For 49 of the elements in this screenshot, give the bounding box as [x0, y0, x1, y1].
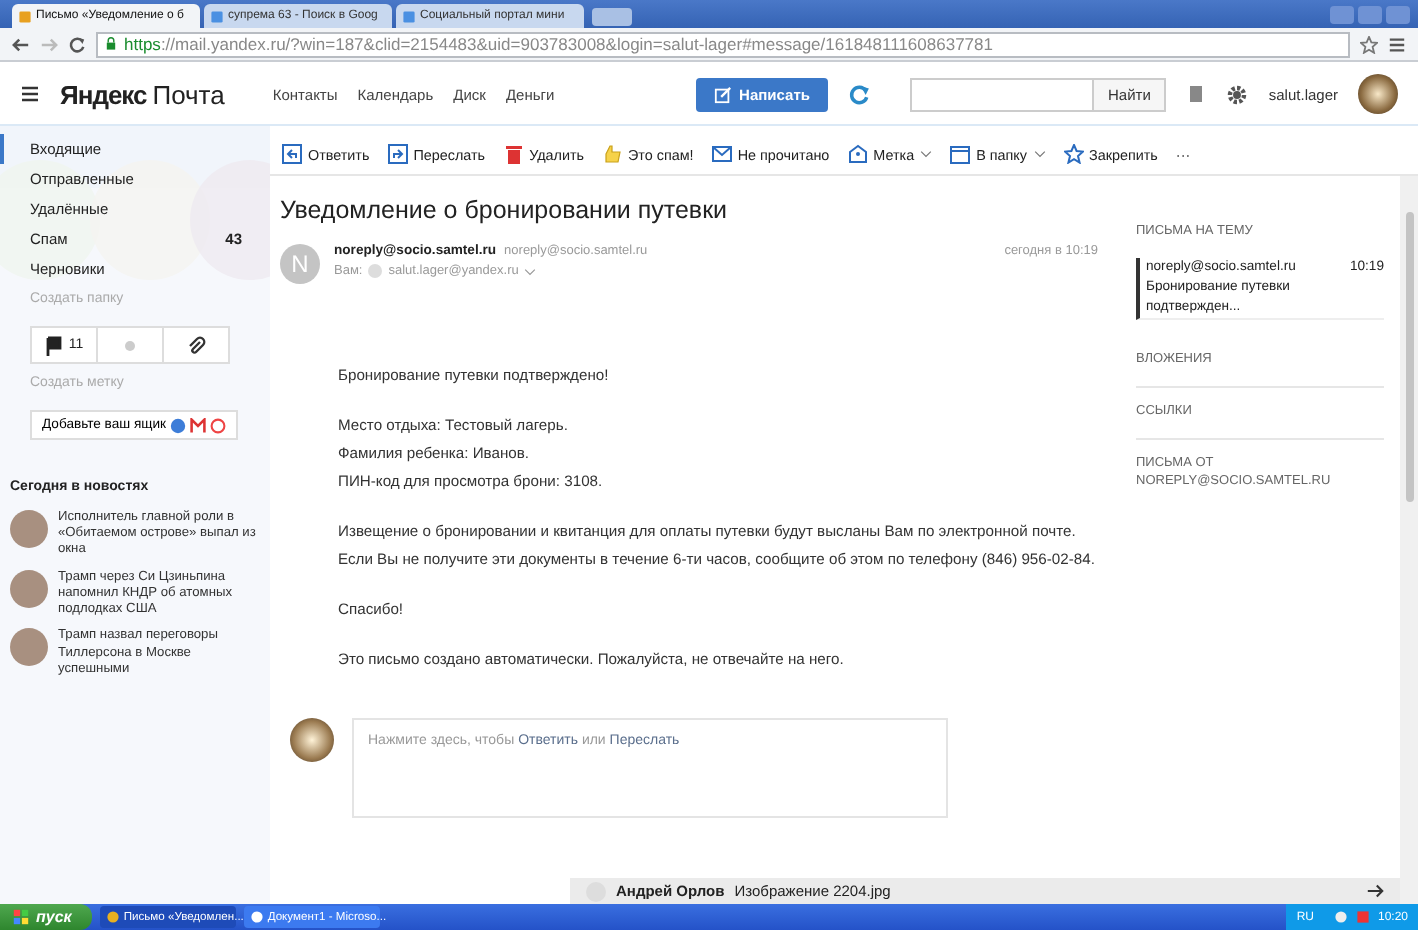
- refresh-icon: [847, 83, 870, 105]
- app-icon: [249, 910, 264, 924]
- sender-avatar: [586, 881, 606, 901]
- forward-icon: [387, 144, 408, 164]
- minimize-button[interactable]: [1330, 5, 1354, 23]
- tag-icon: [847, 144, 868, 164]
- search-field[interactable]: [909, 77, 1094, 111]
- trash-icon: [503, 144, 524, 164]
- reload-icon: [68, 35, 86, 53]
- maximize-button[interactable]: [1358, 5, 1382, 23]
- photo-placeholder: [10, 569, 48, 608]
- menu-icon: [1388, 35, 1406, 53]
- dot-icon: [120, 335, 140, 355]
- chevron-icon: [524, 265, 537, 277]
- chevron-icon: [1033, 148, 1045, 160]
- photo-placeholder: [10, 510, 48, 548]
- arrow-icon: [1366, 882, 1384, 900]
- settings-icon: [1226, 83, 1249, 105]
- pin-icon: [1063, 144, 1083, 164]
- pencil-icon: [713, 85, 732, 103]
- photo-placeholder: [10, 628, 48, 667]
- message-subject: Уведомление о бронировании путевки: [280, 196, 730, 224]
- sender-avatar: N: [280, 244, 320, 284]
- address-bar[interactable]: https://mail.yandex.ru/?win=187&clid=2154483&uid=903783008&login=salut-lager#message/161848111608637781: [96, 31, 1350, 57]
- close-button[interactable]: [1386, 5, 1410, 23]
- paperclip-icon: [186, 335, 206, 355]
- page-icon: [210, 9, 224, 23]
- logo[interactable]: Яндекс Почта: [60, 79, 225, 109]
- envelope-icon: [711, 144, 732, 164]
- flag-icon: [44, 335, 65, 355]
- reply-icon: [282, 144, 302, 164]
- new-tab-button[interactable]: [592, 8, 632, 26]
- lock-icon: [104, 36, 118, 52]
- windows-icon: [12, 908, 30, 926]
- app-icon: [105, 910, 120, 924]
- start-button[interactable]: пуск: [0, 904, 92, 930]
- back-icon: [12, 35, 30, 53]
- recipient-avatar: [368, 264, 383, 278]
- chevron-icon: [920, 148, 933, 160]
- scrollbar-thumb[interactable]: [1405, 212, 1413, 502]
- page-icon: [402, 9, 416, 23]
- forward-arrow-icon: [40, 35, 58, 53]
- menu-icon: [20, 84, 40, 104]
- user-avatar[interactable]: [1358, 74, 1398, 114]
- user-avatar: [290, 718, 334, 762]
- page-icon: [18, 9, 32, 23]
- thumb-icon: [602, 144, 623, 164]
- star-icon: [1360, 35, 1378, 53]
- folder-icon: [950, 144, 971, 164]
